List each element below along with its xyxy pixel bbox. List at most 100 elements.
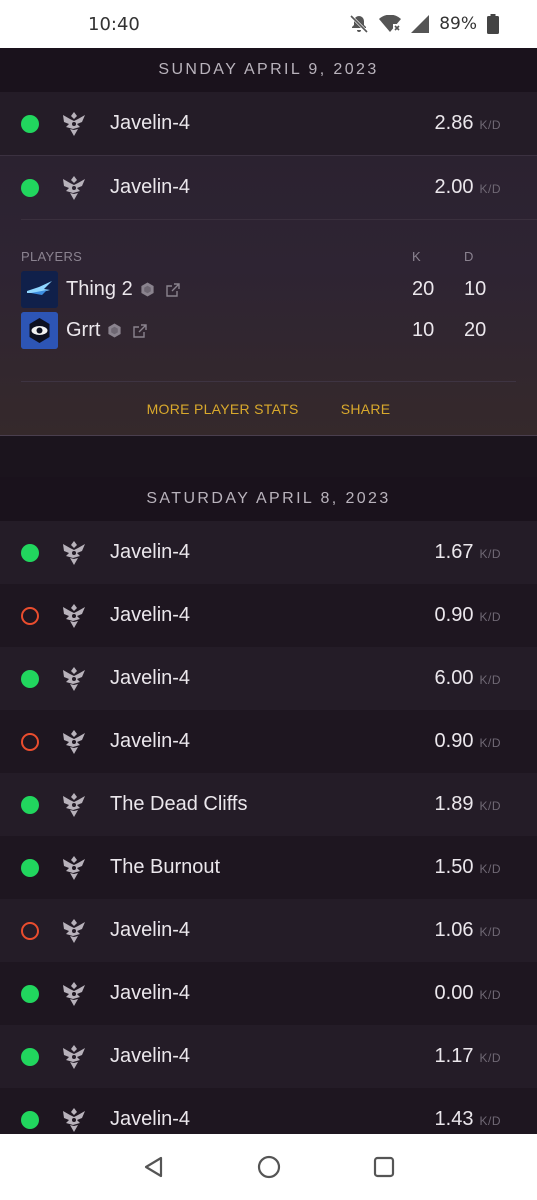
signal-icon (411, 15, 430, 33)
back-icon[interactable] (139, 1152, 169, 1182)
player-name[interactable]: Grrt (66, 319, 100, 342)
game-row[interactable]: Javelin-4 1.06 K/D (0, 899, 537, 962)
game-row[interactable]: Javelin-4 1.17 K/D (0, 1025, 537, 1088)
kd-unit: K/D (479, 118, 501, 132)
map-name: Javelin-4 (110, 541, 191, 563)
kd-stat: 1.06 K/D (435, 919, 501, 942)
win-indicator (21, 795, 39, 814)
kd-stat: 2.86 K/D (435, 112, 501, 135)
game-row[interactable]: Javelin-4 2.86 K/D (0, 92, 537, 155)
divider (21, 381, 516, 382)
game-row[interactable]: Javelin-4 2.00 K/D (0, 156, 537, 219)
game-list: Javelin-4 1.67 K/D Javelin-4 0.90 K/D Javelin-… (0, 521, 537, 1134)
battery-percent: 89% (439, 14, 477, 34)
game-row[interactable]: The Dead Cliffs 1.89 K/D (0, 773, 537, 836)
map-name: Javelin-4 (110, 730, 191, 752)
game-row[interactable]: Javelin-4 0.00 K/D (0, 962, 537, 1025)
kd-value: 0.90 (434, 730, 474, 752)
map-name: The Dead Cliffs (110, 793, 248, 815)
game-row[interactable]: Javelin-4 0.90 K/D (0, 710, 537, 773)
iron-banner-crest-icon (63, 603, 85, 628)
date-header: SUNDAY APRIL 9, 2023 (0, 48, 537, 92)
loss-indicator (21, 606, 39, 625)
kd-unit: K/D (479, 1051, 501, 1065)
win-indicator (21, 178, 39, 197)
iron-banner-crest-icon (63, 1044, 85, 1069)
section-spacer (0, 436, 537, 477)
expanded-game: Javelin-4 2.00 K/D PLAYERS K D Thing 2 2… (0, 155, 537, 436)
kd-unit: K/D (479, 610, 501, 624)
kd-unit: K/D (479, 925, 501, 939)
recents-icon[interactable] (369, 1152, 399, 1182)
player-deaths: 20 (464, 319, 487, 341)
iron-banner-crest-icon (63, 1107, 85, 1132)
kd-stat: 1.17 K/D (435, 1045, 501, 1068)
kills-column-header: K (412, 249, 421, 264)
map-name: Javelin-4 (110, 176, 191, 198)
kd-value: 1.50 (434, 856, 474, 878)
win-indicator (21, 984, 39, 1003)
more-player-stats-button[interactable]: MORE PLAYER STATS (147, 401, 299, 417)
game-row[interactable]: Javelin-4 1.43 K/D (0, 1088, 537, 1134)
kd-stat: 1.50 K/D (435, 856, 501, 879)
kd-unit: K/D (479, 736, 501, 750)
kd-stat: 0.00 K/D (435, 982, 501, 1005)
kd-value: 6.00 (434, 667, 474, 689)
external-link-icon[interactable] (133, 323, 148, 338)
map-name: Javelin-4 (110, 982, 191, 1004)
kd-stat: 0.90 K/D (435, 604, 501, 627)
kd-unit: K/D (479, 862, 501, 876)
kd-value: 2.86 (434, 112, 474, 134)
hexagon-platform-icon (141, 282, 154, 297)
deaths-column-header: D (464, 249, 474, 264)
kd-value: 0.90 (434, 604, 474, 626)
kd-value: 2.00 (434, 176, 474, 198)
kd-stat: 1.43 K/D (435, 1108, 501, 1131)
game-row[interactable]: Javelin-4 6.00 K/D (0, 647, 537, 710)
player-kills: 20 (412, 278, 435, 300)
iron-banner-crest-icon (63, 175, 85, 200)
battery-icon (487, 14, 499, 34)
blue-bird-emblem (21, 271, 58, 308)
players-label: PLAYERS (21, 249, 83, 264)
map-name: Javelin-4 (110, 667, 191, 689)
date-header: SATURDAY APRIL 8, 2023 (0, 477, 537, 521)
kd-stat: 0.90 K/D (435, 730, 501, 753)
iron-banner-crest-icon (63, 729, 85, 754)
kd-stat: 1.67 K/D (435, 541, 501, 564)
win-indicator (21, 1110, 39, 1129)
map-name: The Burnout (110, 856, 221, 878)
iron-banner-crest-icon (63, 792, 85, 817)
player-name[interactable]: Thing 2 (66, 278, 133, 301)
win-indicator (21, 1047, 39, 1066)
status-icons: 89% (349, 14, 499, 34)
player-deaths: 10 (464, 278, 487, 300)
kd-value: 1.17 (434, 1045, 474, 1067)
kd-value: 0.00 (434, 982, 474, 1004)
kd-stat: 2.00 K/D (435, 176, 501, 199)
home-icon[interactable] (254, 1152, 284, 1182)
iron-banner-crest-icon (63, 981, 85, 1006)
kd-value: 1.67 (434, 541, 474, 563)
player-row[interactable]: Grrt 10 20 (21, 312, 511, 349)
player-kills: 10 (412, 319, 435, 341)
game-row[interactable]: The Burnout 1.50 K/D (0, 836, 537, 899)
share-button[interactable]: SHARE (341, 401, 391, 417)
iron-banner-crest-icon (63, 666, 85, 691)
map-name: Javelin-4 (110, 112, 191, 134)
activity-list[interactable]: SUNDAY APRIL 9, 2023 Javelin-4 2.86 K/D … (0, 48, 537, 1134)
win-indicator (21, 858, 39, 877)
game-row[interactable]: Javelin-4 0.90 K/D (0, 584, 537, 647)
kd-value: 1.43 (434, 1108, 474, 1130)
external-link-icon[interactable] (166, 282, 180, 297)
player-row[interactable]: Thing 2 20 10 (21, 271, 511, 308)
iron-banner-crest-icon (63, 918, 85, 943)
kd-unit: K/D (479, 673, 501, 687)
iron-banner-crest-icon (63, 540, 85, 565)
map-name: Javelin-4 (110, 1045, 191, 1067)
wifi-icon (379, 15, 402, 33)
win-indicator (21, 543, 39, 562)
kd-unit: K/D (479, 799, 501, 813)
game-row[interactable]: Javelin-4 1.67 K/D (0, 521, 537, 584)
system-nav-bar (0, 1134, 537, 1200)
